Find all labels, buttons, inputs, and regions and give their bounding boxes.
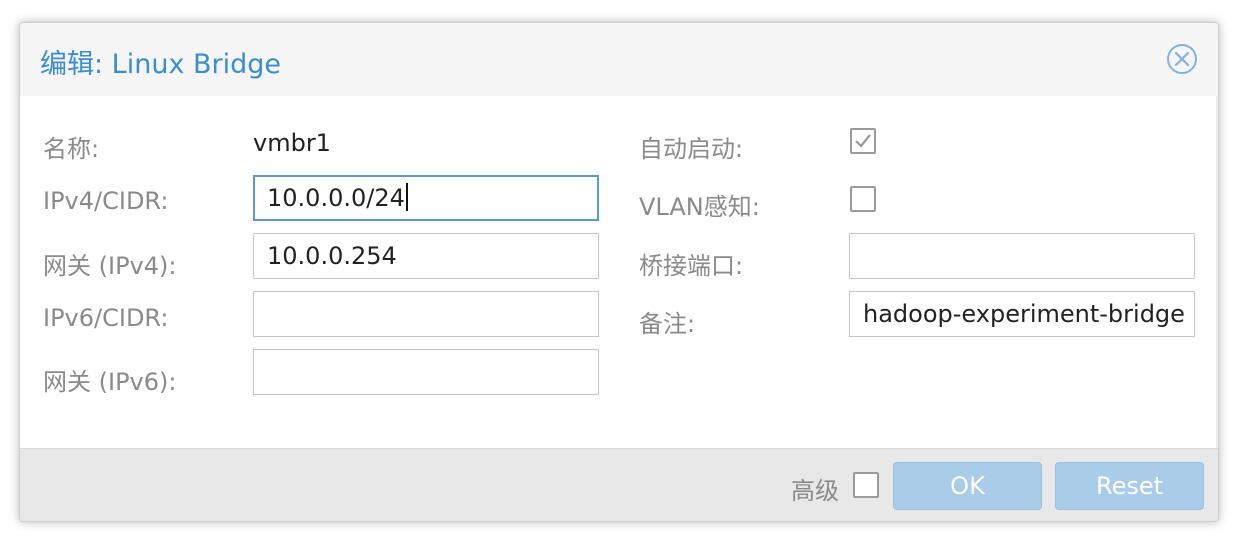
vlan-aware-checkbox[interactable] bbox=[850, 186, 876, 212]
bridge-ports-label: 桥接端口: bbox=[639, 252, 744, 280]
advanced-label: 高级 bbox=[791, 477, 839, 505]
dialog-header: 编辑: Linux Bridge bbox=[20, 23, 1218, 96]
comment-input[interactable]: hadoop-experiment-bridge bbox=[849, 291, 1195, 337]
gateway-ipv6-label: 网关 (IPv6): bbox=[43, 368, 177, 396]
dialog-title: 编辑: Linux Bridge bbox=[40, 49, 282, 80]
ipv6-cidr-label: IPv6/CIDR: bbox=[43, 304, 169, 332]
close-icon[interactable] bbox=[1166, 43, 1198, 75]
ipv6-cidr-input[interactable] bbox=[253, 291, 599, 337]
reset-button[interactable]: Reset bbox=[1055, 462, 1204, 510]
comment-label: 备注: bbox=[639, 310, 696, 338]
gateway-ipv4-label: 网关 (IPv4): bbox=[43, 252, 177, 280]
text-caret bbox=[405, 183, 408, 211]
linux-bridge-edit-dialog: 编辑: Linux Bridge 名称: vmbr1 IPv4/CIDR: 10… bbox=[19, 22, 1219, 522]
gateway-ipv4-input[interactable]: 10.0.0.254 bbox=[253, 233, 599, 279]
name-label: 名称: bbox=[43, 135, 100, 163]
vlan-aware-label: VLAN感知: bbox=[639, 193, 760, 221]
gateway-ipv6-input[interactable] bbox=[253, 349, 599, 395]
dialog-body: 名称: vmbr1 IPv4/CIDR: 10.0.0.0/24 网关 (IPv… bbox=[20, 96, 1217, 448]
ipv4-cidr-value: 10.0.0.0/24 bbox=[267, 184, 405, 212]
autostart-label: 自动启动: bbox=[639, 135, 744, 163]
autostart-checkbox[interactable] bbox=[850, 128, 876, 154]
ipv4-cidr-input[interactable]: 10.0.0.0/24 bbox=[253, 175, 599, 221]
advanced-checkbox[interactable] bbox=[853, 472, 879, 498]
bridge-ports-input[interactable] bbox=[849, 233, 1195, 279]
ipv4-cidr-label: IPv4/CIDR: bbox=[43, 187, 169, 215]
checkmark-icon bbox=[855, 134, 871, 148]
name-value: vmbr1 bbox=[253, 129, 331, 157]
dialog-footer: 高级 OK Reset bbox=[20, 448, 1218, 521]
ok-button[interactable]: OK bbox=[893, 462, 1042, 510]
